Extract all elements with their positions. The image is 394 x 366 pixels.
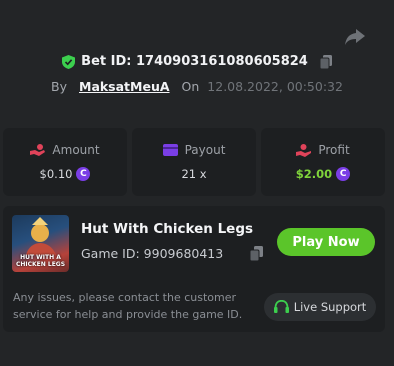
headset-icon (273, 300, 289, 313)
stat-amount-label: Amount (52, 143, 100, 157)
by-label: By (51, 79, 67, 94)
stat-payout: Payout 21 x (132, 128, 256, 196)
game-thumbnail-logo: HUT WITH A CHICKEN LEGS (12, 254, 69, 268)
copy-icon (319, 54, 332, 69)
stat-amount: Amount $0.10 C (3, 128, 127, 196)
wallet-card-icon (162, 144, 178, 156)
author-row: By MaksatMeuA On 12.08.2022, 00:50:32 (0, 79, 394, 94)
game-thumbnail[interactable]: HUT WITH A CHICKEN LEGS (12, 215, 69, 272)
game-title[interactable]: Hut With Chicken Legs (81, 221, 253, 237)
game-card: HUT WITH A CHICKEN LEGS Hut With Chicken… (3, 206, 385, 332)
stat-profit: Profit $2.00 C (261, 128, 385, 196)
copy-bet-id-button[interactable] (319, 54, 332, 69)
bet-id: Bet ID: 1740903161080605824 (81, 54, 308, 69)
stat-profit-label: Profit (318, 143, 350, 157)
coin-icon: C (336, 167, 351, 181)
coins-hand-icon (30, 143, 46, 156)
coin-icon: C (76, 167, 91, 181)
stat-amount-value: $0.10 (39, 167, 73, 181)
copy-icon (249, 246, 263, 262)
share-icon (345, 29, 365, 45)
live-support-button[interactable]: Live Support (264, 293, 376, 321)
stat-payout-label: Payout (184, 143, 226, 157)
bet-date: 12.08.2022, 00:50:32 (207, 79, 343, 94)
copy-game-id-button[interactable] (249, 246, 263, 265)
on-label: On (181, 79, 200, 94)
stat-profit-head: Profit (296, 143, 350, 157)
hand-money-icon (296, 143, 312, 157)
stat-amount-value-row: $0.10 C (40, 167, 91, 181)
game-logo-line2: CHICKEN LEGS (15, 261, 66, 268)
bet-stats: Amount $0.10 C Payout 21 x Profit $2.00 … (3, 128, 385, 196)
stat-payout-value: 21 x (181, 167, 207, 181)
live-support-label: Live Support (293, 300, 367, 314)
stat-payout-head: Payout (162, 143, 226, 157)
share-button[interactable] (343, 26, 367, 48)
stat-payout-value-row: 21 x (181, 167, 206, 181)
play-now-button[interactable]: Play Now (277, 228, 375, 256)
support-notice: Any issues, please contact the customer … (13, 291, 243, 321)
stat-amount-head: Amount (30, 143, 100, 157)
game-logo-line1: HUT WITH A (20, 254, 61, 261)
username-link[interactable]: MaksatMeuA (79, 79, 170, 94)
shield-check-icon (62, 54, 76, 69)
game-id: Game ID: 9909680413 (81, 246, 224, 261)
stat-profit-value-row: $2.00 C (295, 167, 351, 181)
bet-id-row: Bet ID: 1740903161080605824 (0, 54, 394, 69)
stat-profit-value: $2.00 (295, 167, 333, 181)
